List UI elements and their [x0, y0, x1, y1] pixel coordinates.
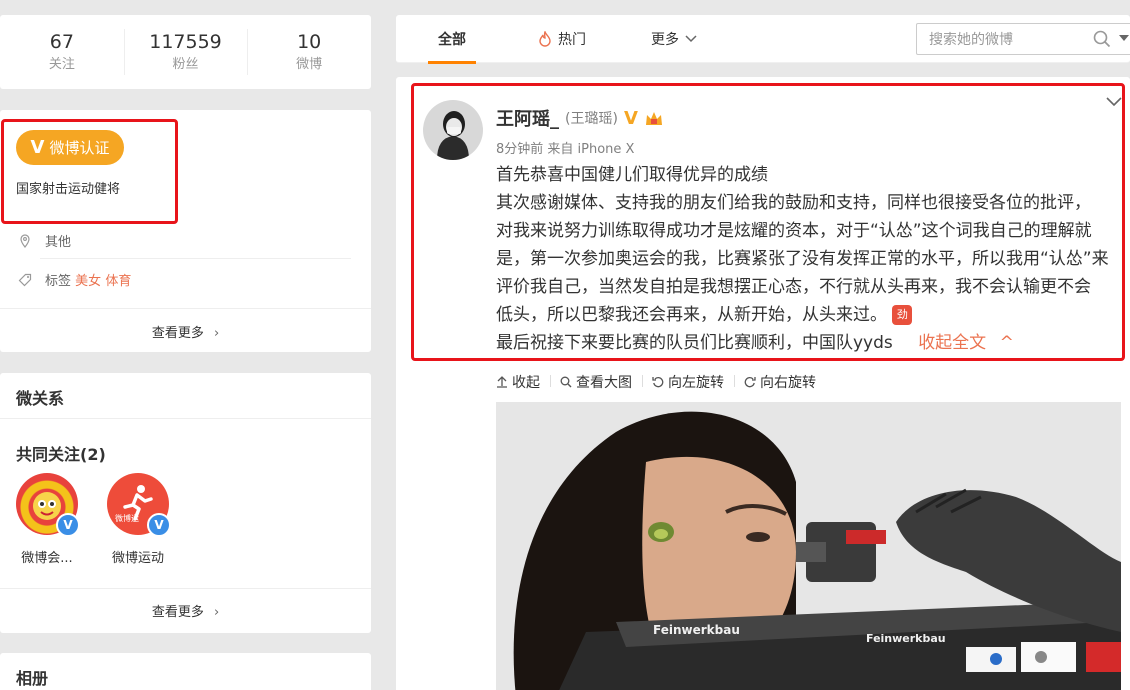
relations-more-link[interactable]: 查看更多 ›	[0, 601, 371, 620]
followers-label: 粉丝	[172, 57, 199, 72]
rotate-left-icon	[652, 377, 664, 388]
tab-more[interactable]: 更多	[651, 15, 697, 63]
tab-hot-label: 热门	[558, 32, 586, 48]
chevron-right-icon: ›	[213, 605, 220, 620]
stats-card: 67 关注 117559 粉丝 10 微博	[0, 15, 371, 89]
tag-sports[interactable]: 体育	[105, 274, 131, 289]
divider	[0, 588, 371, 589]
following-count: 67	[49, 31, 74, 53]
rotate-left-button[interactable]: 向左旋转	[642, 372, 734, 392]
stat-posts[interactable]: 10 微博	[247, 29, 371, 75]
chevron-right-icon: ›	[213, 326, 220, 341]
magnifier-icon	[560, 376, 572, 388]
divider	[0, 418, 371, 419]
rifle-brand-text: Feinwerkbau	[653, 623, 740, 637]
posts-count: 10	[297, 31, 322, 53]
follow-name: 微博会...	[21, 551, 73, 566]
tool-label: 收起	[512, 375, 540, 391]
post-image[interactable]: Feinwerkbau Feinwerkbau	[496, 402, 1121, 690]
location-pin-icon	[17, 233, 33, 249]
tags-row: 标签 美女 体育	[17, 270, 131, 289]
view-large-image-button[interactable]: 查看大图	[550, 372, 642, 392]
annotation-box	[411, 83, 1125, 361]
weibo-sports-avatar[interactable]: 微博运 V	[107, 473, 171, 537]
tab-more-label: 更多	[651, 32, 679, 48]
followers-count: 117559	[149, 31, 222, 53]
chevron-down-icon	[685, 35, 697, 43]
image-toolbar: 收起 查看大图 向左旋转 向右旋转	[496, 372, 826, 392]
profile-more-link[interactable]: 查看更多 ›	[0, 322, 371, 341]
shooter-photo: Feinwerkbau Feinwerkbau	[496, 402, 1121, 690]
tab-all[interactable]: 全部	[428, 15, 476, 64]
location-row: 其他	[17, 231, 71, 250]
follow-name: 微博运动	[111, 551, 164, 566]
avatar-caption: 微博运	[115, 514, 139, 523]
posts-label: 微博	[296, 57, 323, 72]
stat-following[interactable]: 67 关注	[0, 29, 124, 75]
album-card: 相册	[0, 653, 371, 690]
tool-label: 向左旋转	[668, 375, 724, 391]
tags-label: 标签	[45, 274, 72, 289]
location-text: 其他	[45, 235, 72, 250]
search-box	[916, 23, 1130, 55]
relations-more-label: 查看更多	[151, 605, 204, 620]
profile-more-label: 查看更多	[151, 326, 204, 341]
collapse-image-button[interactable]: 收起	[496, 372, 550, 392]
relations-title: 微关系	[16, 389, 65, 408]
rotate-right-button[interactable]: 向右旋转	[734, 372, 826, 392]
tab-hot[interactable]: 热门	[538, 15, 586, 63]
tag-icon	[17, 272, 33, 288]
verified-v-icon: V	[56, 513, 80, 537]
verified-v-icon: V	[147, 513, 171, 537]
album-title: 相册	[16, 669, 49, 688]
stat-followers[interactable]: 117559 粉丝	[123, 29, 248, 75]
relations-card: 微关系 共同关注(2) V 微博会... 微博运 V 微博运动 查看更多 ›	[0, 373, 371, 633]
tool-label: 查看大图	[576, 375, 632, 391]
search-icon[interactable]	[1093, 30, 1111, 48]
caret-down-icon[interactable]	[1119, 35, 1129, 43]
annotation-box	[1, 119, 178, 224]
common-follow-item[interactable]: V 微博会...	[15, 473, 80, 566]
rotate-right-icon	[744, 377, 756, 388]
feed-tabs-bar: 全部 热门 更多	[396, 15, 1130, 64]
common-follow-title: 共同关注(2)	[16, 445, 106, 464]
following-label: 关注	[48, 57, 75, 72]
search-input[interactable]	[917, 24, 1087, 54]
flame-icon	[539, 31, 551, 47]
rifle-brand-text: Feinwerkbau	[866, 632, 946, 645]
divider	[0, 308, 371, 309]
tag-beauty[interactable]: 美女	[75, 274, 101, 289]
divider	[40, 258, 351, 259]
common-follow-item[interactable]: 微博运 V 微博运动	[106, 473, 171, 566]
tool-label: 向右旋转	[760, 375, 816, 391]
weibo-member-avatar[interactable]: V	[16, 473, 80, 537]
upload-arrow-icon	[497, 376, 507, 388]
